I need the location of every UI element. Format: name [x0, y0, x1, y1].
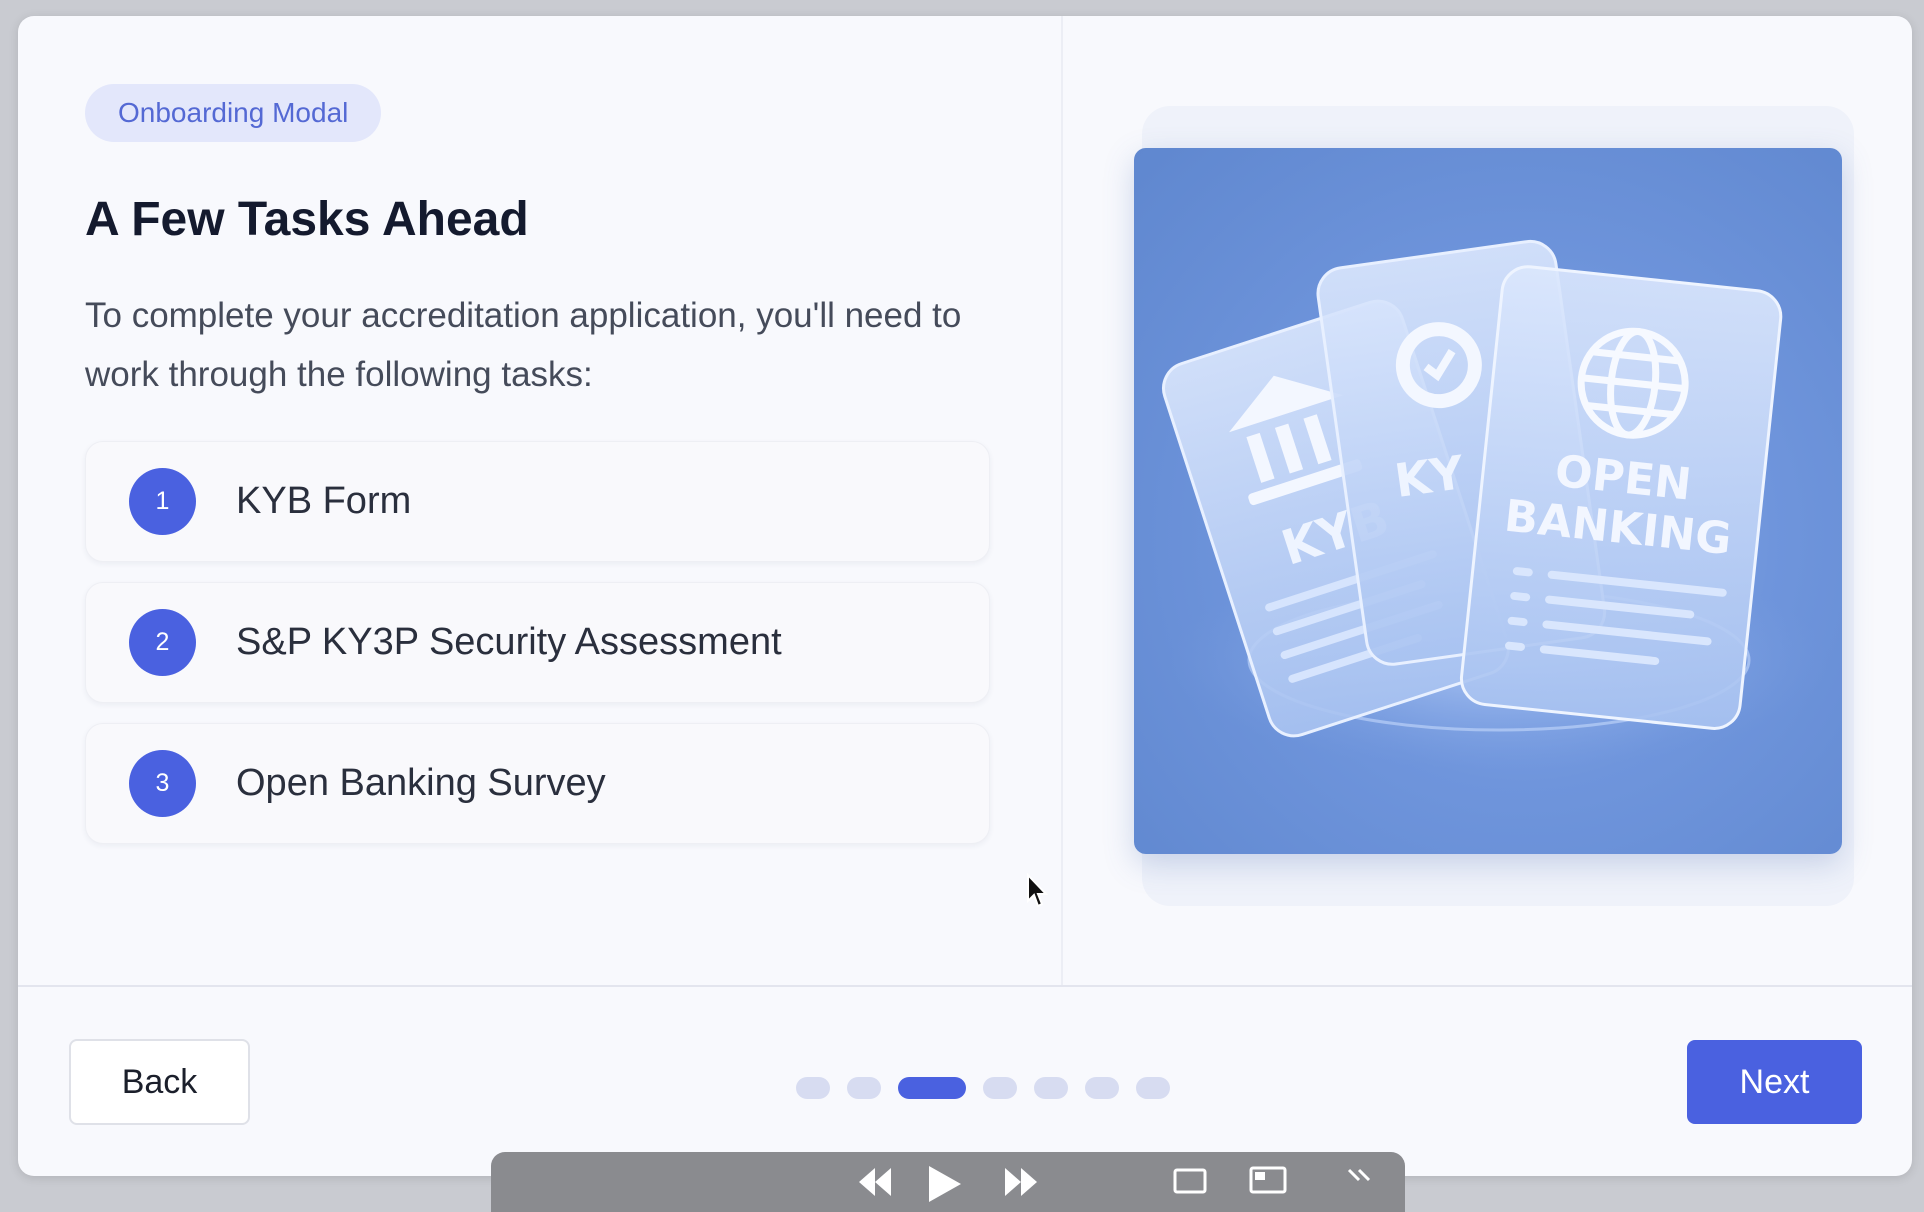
- media-controls-bar: [491, 1152, 1405, 1212]
- documents-illustration-svg: KYB KY OPEN BANKING: [1162, 239, 1829, 770]
- pagination-dot[interactable]: [1034, 1077, 1068, 1099]
- task-item-open-banking-survey: 3 Open Banking Survey: [85, 723, 990, 844]
- onboarding-modal: Onboarding Modal A Few Tasks Ahead To co…: [18, 16, 1912, 1176]
- mouse-cursor-icon: [1027, 873, 1049, 908]
- task-label: KYB Form: [236, 480, 412, 522]
- task-list: 1 KYB Form 2 S&P KY3P Security Assessmen…: [85, 441, 990, 864]
- modal-description: To complete your accreditation applicati…: [85, 296, 962, 394]
- modal-badge: Onboarding Modal: [85, 84, 382, 142]
- pagination-dot[interactable]: [1085, 1077, 1119, 1099]
- pagination-dots: [796, 1077, 1170, 1099]
- more-icon[interactable]: [1345, 1164, 1377, 1194]
- pagination-dot-active[interactable]: [898, 1077, 966, 1099]
- ky3p-card-label: KY: [1391, 445, 1467, 508]
- task-item-kyb-form: 1 KYB Form: [85, 441, 990, 562]
- fast-forward-icon[interactable]: [1001, 1164, 1041, 1200]
- footer-divider: [18, 985, 1912, 987]
- rewind-icon[interactable]: [855, 1164, 895, 1200]
- pagination-dot[interactable]: [983, 1077, 1017, 1099]
- task-number-badge: 1: [129, 468, 196, 535]
- task-number-badge: 2: [129, 609, 196, 676]
- pip-icon[interactable]: [1249, 1164, 1287, 1194]
- back-button[interactable]: Back: [69, 1039, 250, 1125]
- next-button[interactable]: Next: [1687, 1040, 1862, 1124]
- pane-divider: [1061, 16, 1063, 985]
- task-label: S&P KY3P Security Assessment: [236, 621, 782, 663]
- play-icon[interactable]: [923, 1164, 963, 1204]
- task-label: Open Banking Survey: [236, 762, 606, 804]
- pagination-dot[interactable]: [847, 1077, 881, 1099]
- documents-illustration: KYB KY OPEN BANKING: [1134, 148, 1842, 854]
- subtitles-icon[interactable]: [1173, 1164, 1207, 1194]
- task-item-security-assessment: 2 S&P KY3P Security Assessment: [85, 582, 990, 703]
- task-number-badge: 3: [129, 750, 196, 817]
- modal-title: A Few Tasks Ahead: [85, 193, 529, 246]
- modal-content-pane: Onboarding Modal A Few Tasks Ahead To co…: [18, 16, 1061, 985]
- pagination-dot[interactable]: [1136, 1077, 1170, 1099]
- pagination-dot[interactable]: [796, 1077, 830, 1099]
- open-banking-card: OPEN BANKING: [1459, 265, 1783, 730]
